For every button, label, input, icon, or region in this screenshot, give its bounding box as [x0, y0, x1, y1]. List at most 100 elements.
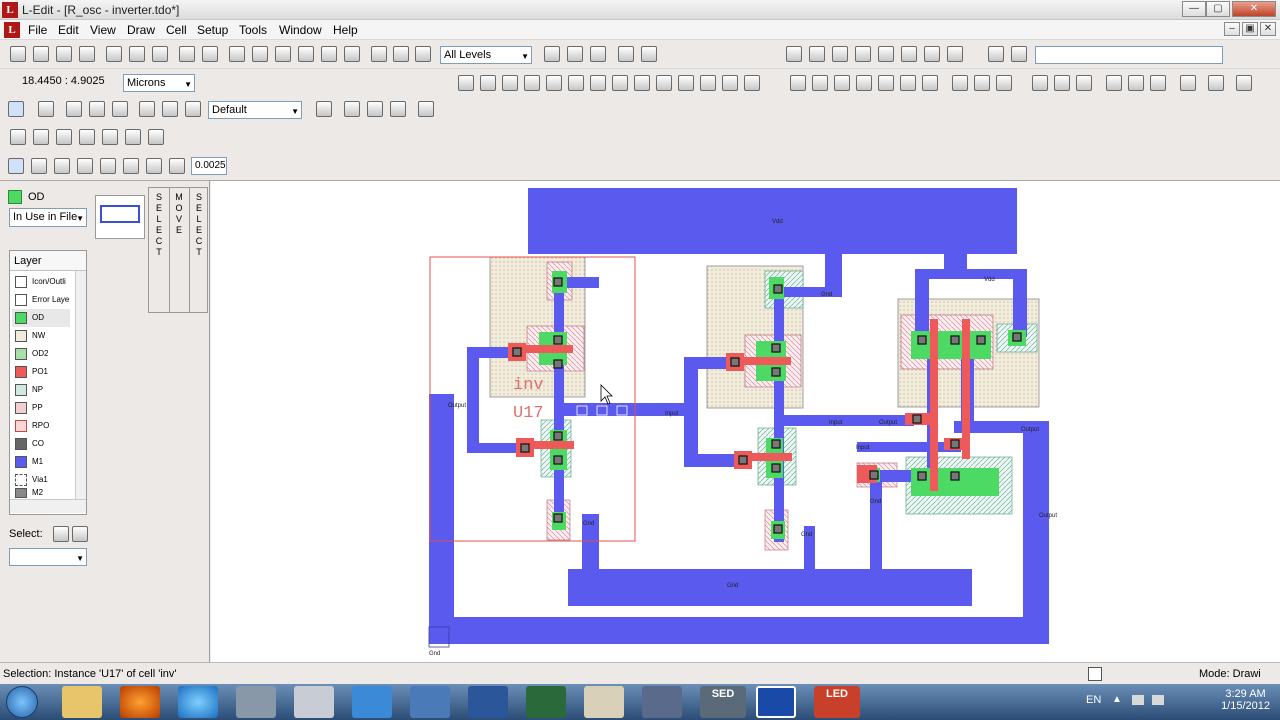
new-icon[interactable]	[10, 46, 26, 62]
align-6-icon[interactable]	[900, 75, 916, 91]
tool-h-icon[interactable]	[988, 46, 1004, 62]
wire-any-icon[interactable]	[185, 101, 201, 117]
tool-f-icon[interactable]	[924, 46, 940, 62]
distribute-2-icon[interactable]	[1054, 75, 1070, 91]
layer-row[interactable]: NP	[12, 381, 70, 399]
tool-b-icon[interactable]	[809, 46, 825, 62]
volume-icon[interactable]	[1152, 695, 1164, 705]
verify-icon[interactable]	[148, 129, 164, 145]
snap-6-icon[interactable]	[146, 158, 162, 174]
push-cell-icon[interactable]	[344, 46, 360, 62]
document-icon[interactable]: L	[4, 22, 20, 38]
align-1-icon[interactable]	[790, 75, 806, 91]
no-snap-icon[interactable]	[77, 158, 93, 174]
edit-tool-4-icon[interactable]	[524, 75, 540, 91]
copy-icon[interactable]	[129, 46, 145, 62]
units-select[interactable]: Microns ▼	[123, 74, 195, 92]
select-layer-icon[interactable]	[53, 526, 69, 542]
wire-tool-icon[interactable]	[139, 101, 155, 117]
menu-edit[interactable]: Edit	[58, 23, 79, 37]
print-icon[interactable]	[79, 46, 95, 62]
paint-task-icon[interactable]	[584, 686, 624, 718]
edit-tool-13-icon[interactable]	[722, 75, 738, 91]
child-restore-button[interactable]: ▣	[1242, 22, 1258, 36]
check-icon[interactable]	[901, 46, 917, 62]
net-icon[interactable]	[102, 129, 118, 145]
layer-row[interactable]: M1	[12, 453, 70, 471]
open-cell-icon[interactable]	[544, 46, 560, 62]
edit-tool-11-icon[interactable]	[678, 75, 694, 91]
language-indicator[interactable]: EN	[1086, 694, 1101, 706]
app-task-icon[interactable]	[642, 686, 682, 718]
layer-row[interactable]: CO	[12, 435, 70, 453]
select-text-icon[interactable]	[72, 526, 88, 542]
layer-row[interactable]: NW	[12, 327, 70, 345]
layer-row[interactable]: Icon/Outli	[12, 273, 70, 291]
layer-row[interactable]: PO1	[12, 363, 70, 381]
calculator-task-icon[interactable]	[294, 686, 334, 718]
hierarchy-icon[interactable]	[371, 46, 387, 62]
edit-tool-2-icon[interactable]	[480, 75, 496, 91]
app-task-icon[interactable]	[236, 686, 276, 718]
align-4-icon[interactable]	[856, 75, 872, 91]
highlight-icon[interactable]	[125, 129, 141, 145]
redo-icon[interactable]	[202, 46, 218, 62]
select-filter-select[interactable]: ▼	[9, 548, 87, 566]
sed-task-button[interactable]: SED	[700, 686, 746, 718]
tool-a-icon[interactable]	[786, 46, 802, 62]
app-task-icon[interactable]	[526, 686, 566, 718]
minimize-button[interactable]: —	[1182, 1, 1206, 17]
align-2-icon[interactable]	[812, 75, 828, 91]
layout-canvas[interactable]: inv U17 Vdd Output Input Gnd Gnd Gnd Inp…	[211, 181, 1280, 662]
distribute-7-icon[interactable]	[1180, 75, 1196, 91]
cell-browser-icon[interactable]	[590, 46, 606, 62]
led-task-button[interactable]: LED	[814, 686, 860, 718]
snap-1-icon[interactable]	[8, 158, 24, 174]
select-pointer-icon[interactable]	[8, 101, 24, 117]
tool-g-icon[interactable]	[947, 46, 963, 62]
explorer-task-icon[interactable]	[62, 686, 102, 718]
child-minimize-button[interactable]: –	[1224, 22, 1240, 36]
port-tool-2-icon[interactable]	[367, 101, 383, 117]
distribute-9-icon[interactable]	[1236, 75, 1252, 91]
distribute-5-icon[interactable]	[1128, 75, 1144, 91]
layer-hscrollbar[interactable]	[10, 499, 86, 513]
menu-view[interactable]: View	[90, 23, 116, 37]
polygon-tool-icon[interactable]	[66, 101, 82, 117]
cross-section-icon[interactable]	[298, 46, 314, 62]
layer-row[interactable]: M2	[12, 487, 70, 499]
box-tool-icon[interactable]	[38, 101, 54, 117]
library-icon[interactable]	[641, 46, 657, 62]
layout-drawing[interactable]: inv U17 Vdd Output Input Gnd Gnd Gnd Inp…	[211, 181, 1280, 662]
cut-icon[interactable]	[106, 46, 122, 62]
style-select[interactable]: Default ▼	[208, 101, 302, 119]
search-input[interactable]	[1035, 46, 1223, 64]
app-task-icon[interactable]	[352, 686, 392, 718]
align-3-icon[interactable]	[834, 75, 850, 91]
layer-row[interactable]: Error Laye	[12, 291, 70, 309]
snap-2-icon[interactable]	[31, 158, 47, 174]
layer-filter-select[interactable]: In Use in File ▼	[9, 208, 87, 227]
ie-task-icon[interactable]	[178, 686, 218, 718]
edit-tool-1-icon[interactable]	[458, 75, 474, 91]
edit-tool-10-icon[interactable]	[656, 75, 672, 91]
snap-4-icon[interactable]	[100, 158, 116, 174]
menu-draw[interactable]: Draw	[127, 23, 155, 37]
tray-arrow-icon[interactable]: ▲	[1112, 694, 1122, 705]
snap-5-icon[interactable]	[123, 158, 139, 174]
instance-icon[interactable]	[567, 46, 583, 62]
undo-icon[interactable]	[179, 46, 195, 62]
child-close-button[interactable]: ✕	[1260, 22, 1276, 36]
menu-tools[interactable]: Tools	[239, 23, 267, 37]
zoom-box-icon[interactable]	[252, 46, 268, 62]
word-task-icon[interactable]	[468, 686, 508, 718]
distribute-1-icon[interactable]	[1032, 75, 1048, 91]
firefox-task-icon[interactable]	[120, 686, 160, 718]
levels-select[interactable]: All Levels ▼	[440, 46, 532, 64]
tool-d-icon[interactable]	[855, 46, 871, 62]
menu-help[interactable]: Help	[333, 23, 358, 37]
tool-e-icon[interactable]	[878, 46, 894, 62]
drc-icon[interactable]	[10, 129, 26, 145]
layer-row[interactable]: OD	[12, 309, 70, 327]
edit-tool-5-icon[interactable]	[546, 75, 562, 91]
